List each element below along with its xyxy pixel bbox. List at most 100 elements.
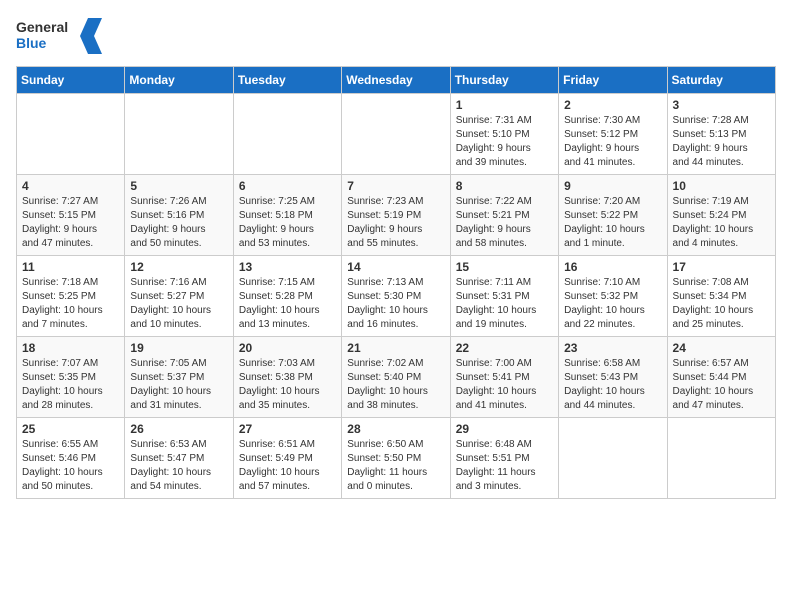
calendar-week-row: 1 Sunrise: 7:31 AM Sunset: 5:10 PM Daylig… bbox=[17, 94, 776, 175]
day-number: 12 bbox=[130, 260, 227, 274]
calendar-cell bbox=[233, 94, 341, 175]
day-number: 19 bbox=[130, 341, 227, 355]
calendar-cell: 2 Sunrise: 7:30 AM Sunset: 5:12 PM Daylig… bbox=[559, 94, 667, 175]
calendar-cell bbox=[17, 94, 125, 175]
day-info: Sunrise: 7:30 AM Sunset: 5:12 PM Dayligh… bbox=[564, 114, 661, 170]
day-info: Sunrise: 6:57 AM Sunset: 5:44 PM Dayligh… bbox=[673, 357, 770, 413]
day-number: 29 bbox=[456, 422, 553, 436]
day-number: 10 bbox=[673, 179, 770, 193]
day-number: 16 bbox=[564, 260, 661, 274]
day-info: Sunrise: 7:11 AM Sunset: 5:31 PM Dayligh… bbox=[456, 276, 553, 332]
day-info: Sunrise: 7:15 AM Sunset: 5:28 PM Dayligh… bbox=[239, 276, 336, 332]
calendar-cell: 28Sunrise: 6:50 AM Sunset: 5:50 PM Dayli… bbox=[342, 418, 450, 499]
day-info: Sunrise: 7:18 AM Sunset: 5:25 PM Dayligh… bbox=[22, 276, 119, 332]
day-info: Sunrise: 7:16 AM Sunset: 5:27 PM Dayligh… bbox=[130, 276, 227, 332]
calendar-cell: 22 Sunrise: 7:00 AM Sunset: 5:41 PM Dayli… bbox=[450, 337, 558, 418]
calendar-cell: 18 Sunrise: 7:07 AM Sunset: 5:35 PM Dayli… bbox=[17, 337, 125, 418]
day-number: 20 bbox=[239, 341, 336, 355]
svg-text:Blue: Blue bbox=[16, 35, 47, 51]
calendar-cell: 11 Sunrise: 7:18 AM Sunset: 5:25 PM Dayli… bbox=[17, 256, 125, 337]
calendar-cell: 9 Sunrise: 7:20 AM Sunset: 5:22 PM Daylig… bbox=[559, 175, 667, 256]
day-header-sunday: Sunday bbox=[17, 67, 125, 94]
day-header-saturday: Saturday bbox=[667, 67, 775, 94]
calendar-cell bbox=[125, 94, 233, 175]
calendar-cell: 29Sunrise: 6:48 AM Sunset: 5:51 PM Dayli… bbox=[450, 418, 558, 499]
day-info: Sunrise: 7:13 AM Sunset: 5:30 PM Dayligh… bbox=[347, 276, 444, 332]
calendar-week-row: 4 Sunrise: 7:27 AM Sunset: 5:15 PM Daylig… bbox=[17, 175, 776, 256]
calendar-cell: 21 Sunrise: 7:02 AM Sunset: 5:40 PM Dayli… bbox=[342, 337, 450, 418]
day-info: Sunrise: 6:50 AM Sunset: 5:50 PM Dayligh… bbox=[347, 438, 444, 494]
day-header-wednesday: Wednesday bbox=[342, 67, 450, 94]
logo-svg: General Blue bbox=[16, 16, 106, 56]
day-number: 15 bbox=[456, 260, 553, 274]
calendar-cell: 3 Sunrise: 7:28 AM Sunset: 5:13 PM Daylig… bbox=[667, 94, 775, 175]
calendar-cell: 19 Sunrise: 7:05 AM Sunset: 5:37 PM Dayli… bbox=[125, 337, 233, 418]
calendar-cell: 4 Sunrise: 7:27 AM Sunset: 5:15 PM Daylig… bbox=[17, 175, 125, 256]
day-number: 21 bbox=[347, 341, 444, 355]
day-number: 8 bbox=[456, 179, 553, 193]
calendar-cell: 25 Sunrise: 6:55 AM Sunset: 5:46 PM Dayli… bbox=[17, 418, 125, 499]
calendar-cell: 6Sunrise: 7:25 AM Sunset: 5:18 PM Daylig… bbox=[233, 175, 341, 256]
calendar-cell: 14Sunrise: 7:13 AM Sunset: 5:30 PM Dayli… bbox=[342, 256, 450, 337]
calendar-cell: 24Sunrise: 6:57 AM Sunset: 5:44 PM Dayli… bbox=[667, 337, 775, 418]
day-info: Sunrise: 7:10 AM Sunset: 5:32 PM Dayligh… bbox=[564, 276, 661, 332]
calendar-cell bbox=[667, 418, 775, 499]
day-info: Sunrise: 7:28 AM Sunset: 5:13 PM Dayligh… bbox=[673, 114, 770, 170]
day-number: 1 bbox=[456, 98, 553, 112]
day-number: 11 bbox=[22, 260, 119, 274]
day-info: Sunrise: 7:27 AM Sunset: 5:15 PM Dayligh… bbox=[22, 195, 119, 251]
calendar-cell: 23 Sunrise: 6:58 AM Sunset: 5:43 PM Dayli… bbox=[559, 337, 667, 418]
calendar-cell: 16 Sunrise: 7:10 AM Sunset: 5:32 PM Dayli… bbox=[559, 256, 667, 337]
day-info: Sunrise: 7:05 AM Sunset: 5:37 PM Dayligh… bbox=[130, 357, 227, 413]
calendar-cell: 13Sunrise: 7:15 AM Sunset: 5:28 PM Dayli… bbox=[233, 256, 341, 337]
calendar-table: SundayMondayTuesdayWednesdayThursdayFrid… bbox=[16, 66, 776, 499]
calendar-cell: 7 Sunrise: 7:23 AM Sunset: 5:19 PM Daylig… bbox=[342, 175, 450, 256]
day-number: 5 bbox=[130, 179, 227, 193]
day-number: 18 bbox=[22, 341, 119, 355]
day-info: Sunrise: 7:07 AM Sunset: 5:35 PM Dayligh… bbox=[22, 357, 119, 413]
day-number: 23 bbox=[564, 341, 661, 355]
logo: General Blue bbox=[16, 16, 106, 56]
day-info: Sunrise: 6:55 AM Sunset: 5:46 PM Dayligh… bbox=[22, 438, 119, 494]
calendar-week-row: 11 Sunrise: 7:18 AM Sunset: 5:25 PM Dayli… bbox=[17, 256, 776, 337]
day-info: Sunrise: 7:26 AM Sunset: 5:16 PM Dayligh… bbox=[130, 195, 227, 251]
day-header-thursday: Thursday bbox=[450, 67, 558, 94]
day-number: 4 bbox=[22, 179, 119, 193]
day-header-monday: Monday bbox=[125, 67, 233, 94]
day-number: 25 bbox=[22, 422, 119, 436]
day-number: 9 bbox=[564, 179, 661, 193]
day-info: Sunrise: 7:20 AM Sunset: 5:22 PM Dayligh… bbox=[564, 195, 661, 251]
calendar-cell: 15 Sunrise: 7:11 AM Sunset: 5:31 PM Dayli… bbox=[450, 256, 558, 337]
day-header-friday: Friday bbox=[559, 67, 667, 94]
day-info: Sunrise: 7:22 AM Sunset: 5:21 PM Dayligh… bbox=[456, 195, 553, 251]
calendar-cell: 5 Sunrise: 7:26 AM Sunset: 5:16 PM Daylig… bbox=[125, 175, 233, 256]
day-info: Sunrise: 7:02 AM Sunset: 5:40 PM Dayligh… bbox=[347, 357, 444, 413]
calendar-week-row: 18 Sunrise: 7:07 AM Sunset: 5:35 PM Dayli… bbox=[17, 337, 776, 418]
calendar-cell: 12 Sunrise: 7:16 AM Sunset: 5:27 PM Dayli… bbox=[125, 256, 233, 337]
day-info: Sunrise: 7:25 AM Sunset: 5:18 PM Dayligh… bbox=[239, 195, 336, 251]
day-info: Sunrise: 7:00 AM Sunset: 5:41 PM Dayligh… bbox=[456, 357, 553, 413]
page-header: General Blue bbox=[16, 16, 776, 56]
day-number: 3 bbox=[673, 98, 770, 112]
calendar-header-row: SundayMondayTuesdayWednesdayThursdayFrid… bbox=[17, 67, 776, 94]
calendar-cell: 27Sunrise: 6:51 AM Sunset: 5:49 PM Dayli… bbox=[233, 418, 341, 499]
day-number: 17 bbox=[673, 260, 770, 274]
day-number: 26 bbox=[130, 422, 227, 436]
calendar-cell: 10Sunrise: 7:19 AM Sunset: 5:24 PM Dayli… bbox=[667, 175, 775, 256]
day-number: 2 bbox=[564, 98, 661, 112]
day-number: 7 bbox=[347, 179, 444, 193]
calendar-cell bbox=[559, 418, 667, 499]
calendar-cell bbox=[342, 94, 450, 175]
day-info: Sunrise: 6:51 AM Sunset: 5:49 PM Dayligh… bbox=[239, 438, 336, 494]
calendar-cell: 8 Sunrise: 7:22 AM Sunset: 5:21 PM Daylig… bbox=[450, 175, 558, 256]
calendar-cell: 1 Sunrise: 7:31 AM Sunset: 5:10 PM Daylig… bbox=[450, 94, 558, 175]
day-info: Sunrise: 7:31 AM Sunset: 5:10 PM Dayligh… bbox=[456, 114, 553, 170]
calendar-cell: 17Sunrise: 7:08 AM Sunset: 5:34 PM Dayli… bbox=[667, 256, 775, 337]
calendar-week-row: 25 Sunrise: 6:55 AM Sunset: 5:46 PM Dayli… bbox=[17, 418, 776, 499]
calendar-cell: 20 Sunrise: 7:03 AM Sunset: 5:38 PM Dayli… bbox=[233, 337, 341, 418]
day-info: Sunrise: 6:58 AM Sunset: 5:43 PM Dayligh… bbox=[564, 357, 661, 413]
day-info: Sunrise: 7:03 AM Sunset: 5:38 PM Dayligh… bbox=[239, 357, 336, 413]
day-info: Sunrise: 7:23 AM Sunset: 5:19 PM Dayligh… bbox=[347, 195, 444, 251]
day-number: 22 bbox=[456, 341, 553, 355]
day-info: Sunrise: 6:53 AM Sunset: 5:47 PM Dayligh… bbox=[130, 438, 227, 494]
